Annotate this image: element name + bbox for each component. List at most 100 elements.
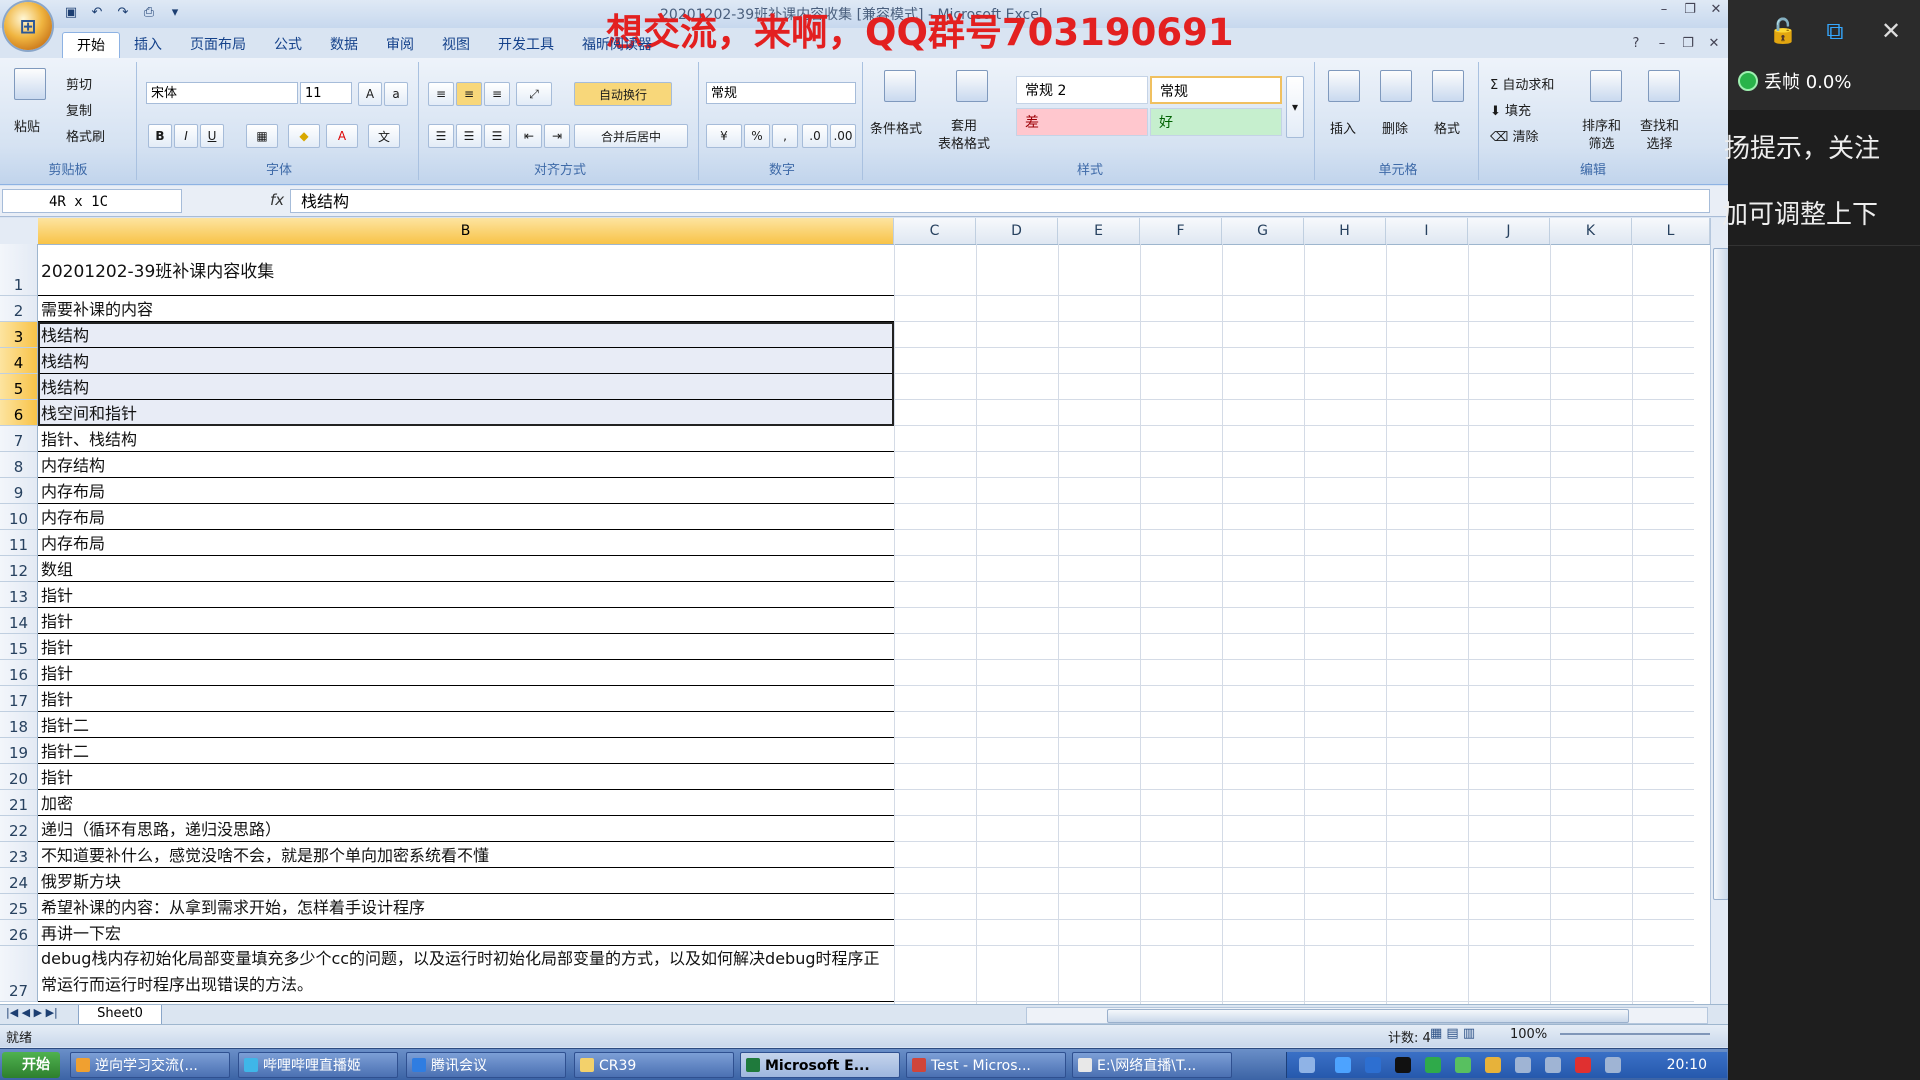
row-header[interactable]: 20 — [0, 764, 38, 790]
row-header[interactable]: 13 — [0, 582, 38, 608]
autosum-button[interactable]: Σ 自动求和 — [1490, 74, 1554, 93]
cell-b[interactable]: 内存结构 — [38, 452, 894, 478]
fill-button[interactable]: ⬇ 填充 — [1490, 100, 1531, 119]
tab-foxit[interactable]: 福昕阅读器 — [568, 32, 666, 58]
number-format-select[interactable]: 常规 — [706, 82, 856, 104]
cell-b[interactable]: 指针 — [38, 660, 894, 686]
column-header-h[interactable]: H — [1304, 218, 1386, 244]
vertical-scroll-thumb[interactable] — [1713, 248, 1728, 900]
format-cells-icon[interactable] — [1432, 70, 1464, 102]
underline-button[interactable]: U — [200, 124, 224, 148]
cell-b[interactable]: 栈空间和指针 — [38, 400, 894, 426]
fill-color-button[interactable]: ◆ — [288, 124, 320, 148]
taskbar-item-bilibili[interactable]: 哔哩哔哩直播姬 — [238, 1052, 398, 1078]
merge-center-button[interactable]: 合并后居中 — [574, 124, 688, 148]
align-middle-button[interactable]: ≡ — [456, 82, 482, 106]
tray-monitor-icon[interactable] — [1545, 1057, 1561, 1073]
style-normal2[interactable]: 常规 2 — [1016, 76, 1148, 104]
doc-minimize-icon[interactable]: – — [1652, 36, 1672, 54]
tab-home[interactable]: 开始 — [62, 32, 120, 58]
row-header[interactable]: 10 — [0, 504, 38, 530]
tray-qq-icon[interactable] — [1395, 1057, 1411, 1073]
font-color-button[interactable]: A — [326, 124, 358, 148]
lock-icon[interactable]: 🔓 — [1768, 18, 1798, 44]
restore-icon[interactable]: ❐ — [1680, 2, 1700, 20]
table-format-button[interactable]: 套用 表格格式 — [938, 118, 990, 154]
tray-shield-icon[interactable] — [1425, 1057, 1441, 1073]
row-header[interactable]: 27 — [0, 946, 38, 1002]
tray-keyboard-icon[interactable] — [1299, 1057, 1315, 1073]
column-header-b[interactable]: B — [38, 218, 894, 244]
format-cells-button[interactable]: 格式 — [1434, 118, 1460, 137]
row-header[interactable]: 26 — [0, 920, 38, 946]
taskbar-item-qq[interactable]: 逆向学习交流(... — [70, 1052, 230, 1078]
row-header[interactable]: 5 — [0, 374, 38, 400]
cell-b[interactable]: 数组 — [38, 556, 894, 582]
taskbar-item-folder[interactable]: CR39 — [574, 1052, 734, 1078]
start-button[interactable]: 开始 — [2, 1052, 60, 1078]
row-header[interactable]: 19 — [0, 738, 38, 764]
tab-insert[interactable]: 插入 — [120, 32, 176, 58]
insert-cells-icon[interactable] — [1328, 70, 1360, 102]
styles-more-button[interactable]: ▾ — [1286, 76, 1304, 138]
format-painter-button[interactable]: 格式刷 — [66, 126, 105, 145]
row-header[interactable]: 22 — [0, 816, 38, 842]
insert-cells-button[interactable]: 插入 — [1330, 118, 1356, 137]
view-buttons-icon[interactable]: ▦ ▤ ▥ — [1430, 1026, 1475, 1041]
formula-input[interactable]: 栈结构 — [290, 189, 1710, 213]
row-header[interactable]: 9 — [0, 478, 38, 504]
print-preview-icon[interactable]: ⎙ — [140, 4, 158, 22]
column-header-l[interactable]: L — [1632, 218, 1710, 244]
cell-b[interactable]: 再讲一下宏 — [38, 920, 894, 946]
tab-view[interactable]: 视图 — [428, 32, 484, 58]
worksheet-grid[interactable]: B C D E F G H I J K L 1 20201202-39班补课内容收… — [0, 218, 1710, 1004]
italic-button[interactable]: I — [174, 124, 198, 148]
copy-button[interactable]: 复制 — [66, 100, 92, 119]
sheet-tab-sheet0[interactable]: Sheet0 — [78, 1005, 162, 1025]
percent-button[interactable]: % — [744, 124, 770, 148]
row-header[interactable]: 16 — [0, 660, 38, 686]
doc-close-icon[interactable]: ✕ — [1704, 36, 1724, 54]
align-bottom-button[interactable]: ≡ — [484, 82, 510, 106]
column-header-j[interactable]: J — [1468, 218, 1550, 244]
taskbar-item-vs[interactable]: Test - Micros... — [906, 1052, 1066, 1078]
conditional-format-icon[interactable] — [884, 70, 916, 102]
row-header[interactable]: 3 — [0, 322, 38, 348]
align-right-button[interactable]: ☰ — [484, 124, 510, 148]
clear-button[interactable]: ⌫ 清除 — [1490, 126, 1539, 145]
vertical-scrollbar[interactable] — [1710, 218, 1728, 1004]
row-header[interactable]: 23 — [0, 842, 38, 868]
tray-tools-icon[interactable] — [1515, 1057, 1531, 1073]
undo-icon[interactable]: ↶ — [88, 4, 106, 22]
row-header[interactable]: 21 — [0, 790, 38, 816]
cut-button[interactable]: 剪切 — [66, 74, 92, 93]
style-normal[interactable]: 常规 — [1150, 76, 1282, 104]
wrap-text-button[interactable]: 自动换行 — [574, 82, 672, 106]
cell-b[interactable]: 内存布局 — [38, 478, 894, 504]
select-all-corner[interactable] — [0, 218, 39, 244]
tray-sync-icon[interactable] — [1455, 1057, 1471, 1073]
cell-b[interactable]: 加密 — [38, 790, 894, 816]
sort-filter-icon[interactable] — [1590, 70, 1622, 102]
column-header-c[interactable]: C — [894, 218, 976, 244]
cell-b[interactable]: 指针二 — [38, 738, 894, 764]
sort-filter-button[interactable]: 排序和 筛选 — [1582, 118, 1621, 154]
doc-restore-icon[interactable]: ❐ — [1678, 36, 1698, 54]
taskbar-item-excel[interactable]: Microsoft E... — [740, 1052, 900, 1078]
column-header-d[interactable]: D — [976, 218, 1058, 244]
column-header-f[interactable]: F — [1140, 218, 1222, 244]
align-top-button[interactable]: ≡ — [428, 82, 454, 106]
font-name-select[interactable]: 宋体 — [146, 82, 298, 104]
cell-b[interactable]: 指针二 — [38, 712, 894, 738]
tab-page-layout[interactable]: 页面布局 — [176, 32, 260, 58]
row-header[interactable]: 12 — [0, 556, 38, 582]
border-button[interactable]: ▦ — [246, 124, 278, 148]
row-header[interactable]: 7 — [0, 426, 38, 452]
row-header[interactable]: 17 — [0, 686, 38, 712]
currency-button[interactable]: ¥ — [706, 124, 742, 148]
paste-button[interactable]: 粘贴 — [14, 116, 40, 135]
zoom-level[interactable]: 100% — [1510, 1027, 1547, 1042]
cell-b[interactable]: 内存布局 — [38, 504, 894, 530]
delete-cells-icon[interactable] — [1380, 70, 1412, 102]
row-header[interactable]: 18 — [0, 712, 38, 738]
